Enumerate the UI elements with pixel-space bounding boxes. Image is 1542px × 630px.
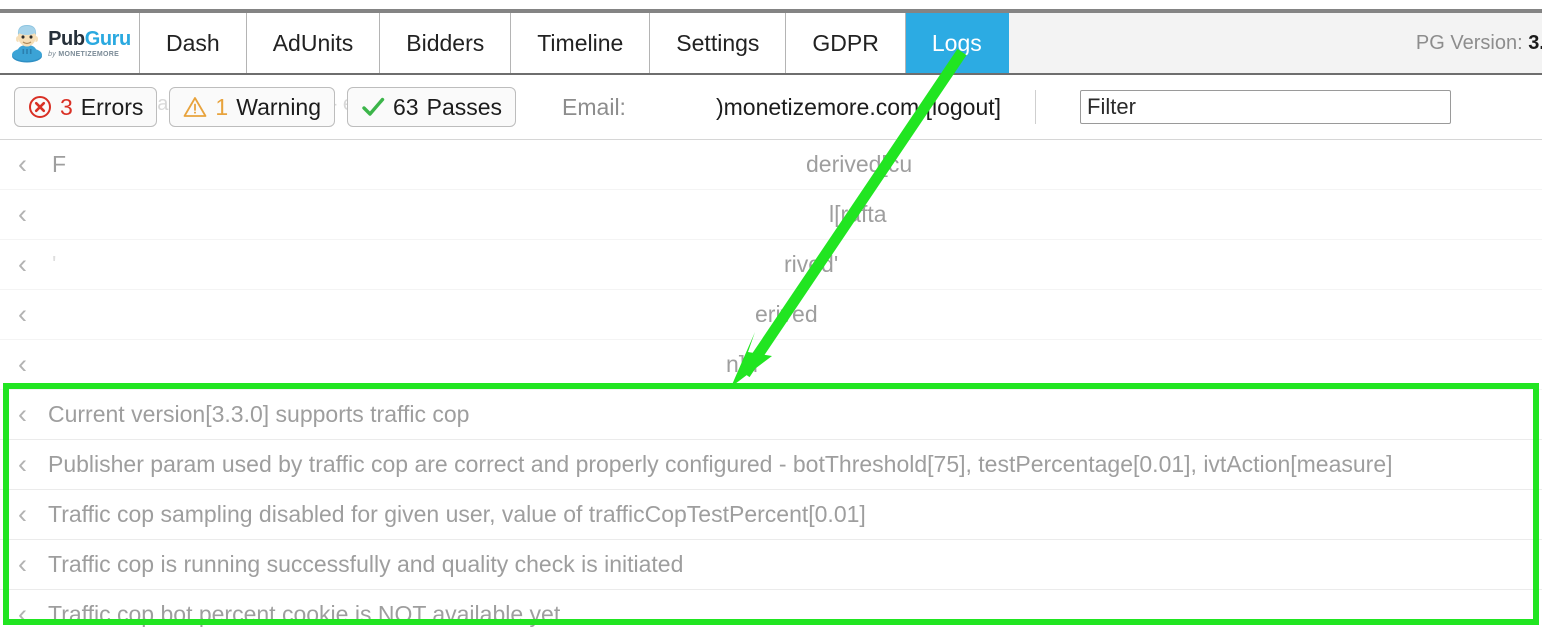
pubguru-logo[interactable]: PubGuru by MONETIZEMORE [0,13,140,73]
error-circle-x-icon [29,96,51,118]
check-mark-icon [362,97,385,116]
tab-dash[interactable]: Dash [140,13,247,73]
logo-subtext-brand: MONETIZEMORE [58,50,120,58]
log-fragment-mid: l[rafta [829,201,887,227]
log-row-faded[interactable]: ‹ l[rafta [0,190,1542,240]
guru-avatar-icon [12,25,43,63]
chevron-left-icon: ‹ [18,249,27,279]
chevron-left-icon: ‹ [18,199,27,229]
navbar-spacer: PG Version: 3.3 [1008,13,1542,73]
logo-text-pub: Pub [48,27,85,50]
log-fragment-mid: rived' [784,251,839,277]
email-label: Email: [562,93,626,120]
errors-count: 3 [60,93,73,120]
log-row[interactable]: ‹ Traffic cop is running successfully an… [0,540,1542,590]
tab-timeline[interactable]: Timeline [511,13,651,73]
chevron-left-icon: ‹ [18,599,27,629]
pg-version-value: 3.3 [1528,31,1542,54]
tab-settings[interactable]: Settings [650,13,787,73]
warnings-label: Warning [236,93,322,120]
chevron-left-icon: ‹ [18,499,27,529]
warning-triangle-icon [184,97,207,117]
tab-logs[interactable]: Logs [905,13,1009,73]
log-fragment-left: F [52,151,67,177]
log-fragment-left: ' [52,251,57,277]
log-fragment-mid: n]d [726,351,758,377]
status-toolbar: Function getbasedomain passed - expected… [0,75,1542,140]
logo-text-guru: Guru [84,27,132,50]
toolbar-divider [1035,90,1037,124]
tab-gdpr[interactable]: GDPR [786,13,906,73]
errors-label: Errors [80,93,144,120]
log-row-faded[interactable]: ‹ ' rived' [0,240,1542,290]
log-message: Function getbasedomain passed - expected [48,151,495,177]
chevron-left-icon: ‹ [18,449,27,479]
log-message: Current version[3.3.0] supports traffic … [48,401,470,427]
log-message: Traffic cop bot percent cookie is NOT av… [48,601,561,627]
chevron-left-icon: ‹ [18,549,27,579]
pg-version-text: PG Version: [1415,31,1529,54]
pubguru-wordmark: PubGuru by MONETIZEMORE [48,29,131,58]
tab-adunits[interactable]: AdUnits [246,13,381,73]
log-row[interactable]: ‹ Publisher param used by traffic cop ar… [0,440,1542,490]
pg-version-label: PG Version: 3.3 [1416,32,1542,55]
passes-count: 63 [393,93,419,120]
log-row[interactable]: ‹ Traffic cop sampling disabled for give… [0,490,1542,540]
log-message: Publisher param used by traffic cop are … [48,451,1393,477]
main-navbar: PubGuru by MONETIZEMORE Dash AdUnits Bid… [0,13,1542,75]
chevron-left-icon: ‹ [18,149,27,179]
log-fragment-mid: derived[cu [806,151,913,177]
logo-subtext-by: by [48,50,59,58]
passes-badge[interactable]: 63 Passes [347,87,517,127]
errors-badge[interactable]: 3 Errors [14,87,158,127]
chevron-left-icon: ‹ [18,299,27,329]
log-row-faded[interactable]: ‹ F derived[cu Function getbasedomain pa… [0,140,1542,190]
log-row[interactable]: ‹ Traffic cop bot percent cookie is NOT … [0,590,1542,630]
passes-label: Passes [426,93,503,120]
log-fragment-mid: erived [755,301,818,327]
chevron-left-icon: ‹ [18,399,27,429]
log-row[interactable]: ‹ Current version[3.3.0] supports traffi… [0,390,1542,440]
tab-bidders[interactable]: Bidders [380,13,512,73]
log-message: Traffic cop is running successfully and … [48,551,684,577]
log-row-faded[interactable]: ‹ erived [0,290,1542,340]
log-message: Traffic cop sampling disabled for given … [48,501,866,527]
pubguru-logs-screen: PubGuru by MONETIZEMORE Dash AdUnits Bid… [0,0,1542,630]
log-list[interactable]: ‹ F derived[cu Function getbasedomain pa… [0,140,1542,630]
email-value-logout-link[interactable]: )monetizemore.com [logout] [716,94,1001,121]
filter-input[interactable] [1080,90,1452,124]
warnings-count: 1 [215,93,229,120]
log-row-faded[interactable]: ‹ n]d [0,340,1542,390]
warnings-badge[interactable]: 1 Warning [169,87,336,127]
chevron-left-icon: ‹ [18,349,27,379]
